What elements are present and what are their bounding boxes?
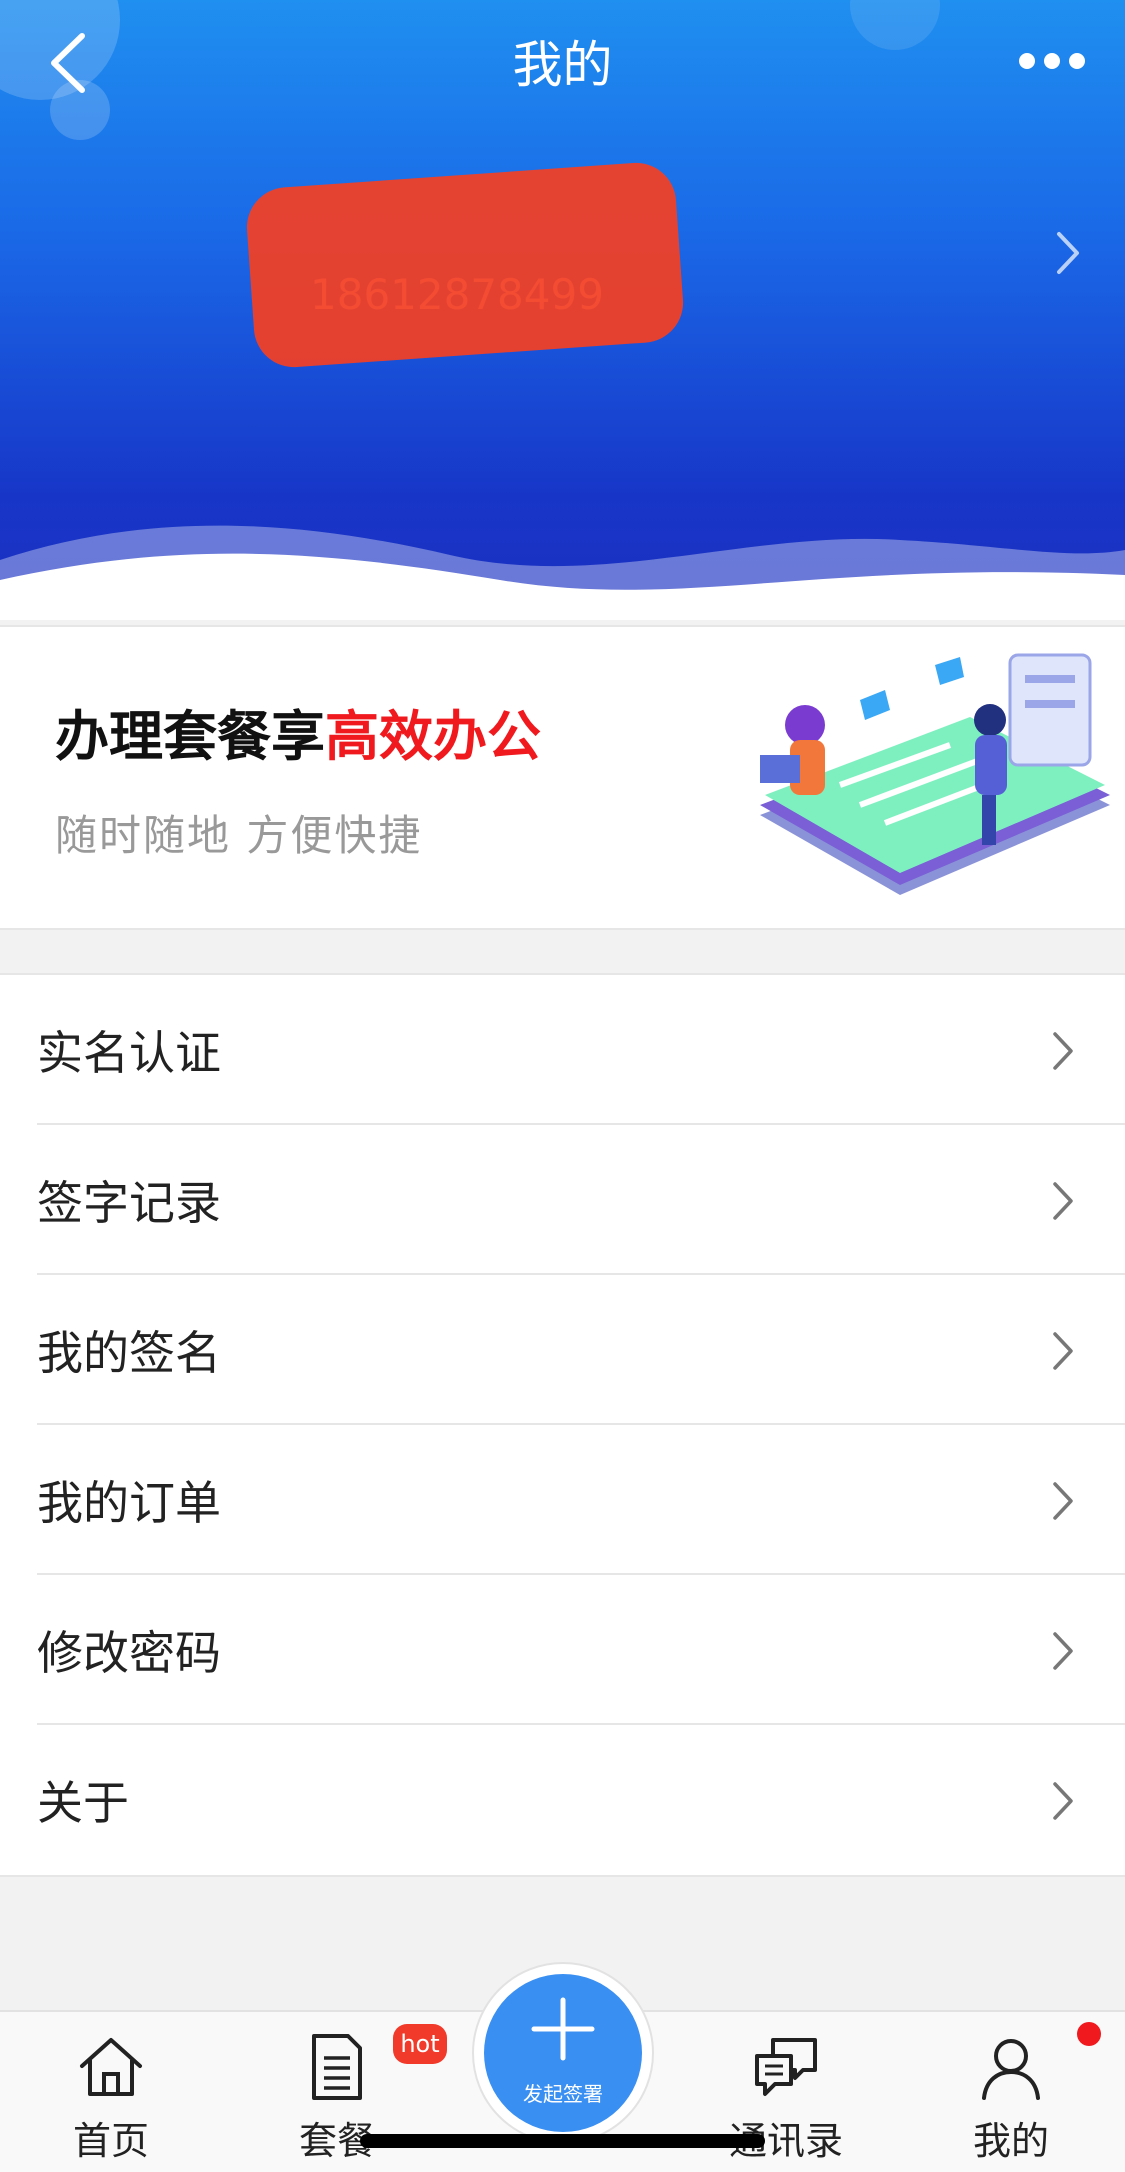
more-icon[interactable] [1019, 46, 1095, 76]
menu-item-my-orders[interactable]: 我的订单 [0, 1425, 1125, 1575]
hot-badge: hot [393, 2024, 447, 2064]
start-signing-button[interactable]: 发起签署 [484, 1974, 642, 2132]
chevron-right-icon [1053, 1632, 1073, 1670]
menu-list: 实名认证 签字记录 我的签名 我的订单 修改密码 关于 [0, 973, 1125, 1877]
user-icon [982, 2039, 1040, 2100]
menu-item-sign-records[interactable]: 签字记录 [0, 1125, 1125, 1275]
office-illustration [760, 653, 1110, 895]
chevron-right-icon[interactable] [1053, 228, 1083, 278]
profile-header: 我的 18612878499 [0, 0, 1125, 620]
promo-title: 办理套餐享高效办公 [55, 705, 541, 768]
promo-subtitle: 随时随地 方便快捷 [55, 811, 423, 860]
menu-item-real-name-auth[interactable]: 实名认证 [0, 975, 1125, 1125]
document-icon [312, 2034, 362, 2100]
home-icon [80, 2038, 142, 2096]
menu-item-label: 签字记录 [37, 1176, 221, 1230]
promo-banner[interactable]: 办理套餐享高效办公 随时随地 方便快捷 [0, 625, 1125, 930]
menu-item-label: 关于 [37, 1776, 129, 1830]
menu-item-my-signature[interactable]: 我的签名 [0, 1275, 1125, 1425]
chevron-right-icon [1053, 1782, 1073, 1820]
start-signing-label: 发起签署 [523, 2082, 603, 2106]
menu-item-change-password[interactable]: 修改密码 [0, 1575, 1125, 1725]
chevron-right-icon [1053, 1182, 1073, 1220]
menu-item-about[interactable]: 关于 [0, 1725, 1125, 1875]
tab-home[interactable]: 首页 [31, 2032, 191, 2163]
tab-mine[interactable]: 我的 [931, 2032, 1091, 2163]
page-title: 我的 [512, 36, 613, 94]
home-indicator [360, 2134, 765, 2148]
plus-icon [531, 1997, 595, 2061]
chevron-right-icon [1053, 1032, 1073, 1070]
menu-item-label: 修改密码 [37, 1626, 221, 1680]
chevron-right-icon [1053, 1332, 1073, 1370]
chat-icon [755, 2038, 817, 2096]
menu-item-label: 我的签名 [37, 1326, 221, 1380]
redaction-mark [244, 160, 686, 370]
notification-dot [1077, 2022, 1101, 2046]
chevron-right-icon [1053, 1482, 1073, 1520]
wave-decoration [0, 525, 1125, 620]
menu-item-label: 我的订单 [37, 1476, 221, 1530]
menu-item-label: 实名认证 [37, 1026, 221, 1080]
